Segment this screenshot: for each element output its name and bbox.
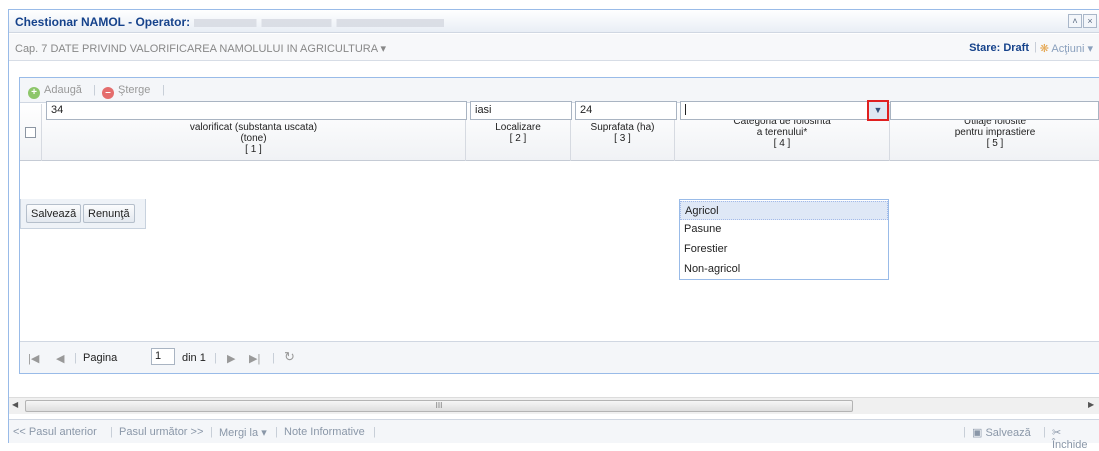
separator: | <box>93 84 96 96</box>
prev-page-icon[interactable]: ◀ <box>56 352 64 365</box>
operator-name-redacted <box>194 18 445 27</box>
utilaje-input[interactable] <box>890 101 1099 120</box>
separator: | <box>162 84 165 96</box>
select-all-checkbox[interactable] <box>25 127 36 138</box>
delete-button[interactable]: – Şterge <box>102 84 150 99</box>
cancel-row-button[interactable]: Renunţă <box>83 204 135 223</box>
refresh-icon[interactable]: ↻ <box>284 349 295 365</box>
scrollbar-thumb[interactable]: III <box>25 400 853 412</box>
wizard-bottom-bar: << Pasul anterior | Pasul următor >> | M… <box>9 419 1099 451</box>
plus-icon: + <box>28 87 40 99</box>
dropdown-option-agricol[interactable]: Agricol <box>680 201 888 220</box>
close-icon[interactable]: × <box>1083 14 1097 28</box>
minus-icon: – <box>102 87 114 99</box>
categoria-dropdown-list: Agricol Pasune Forestier Non-agricol <box>679 199 889 280</box>
dropdown-option-non-agricol[interactable]: Non-agricol <box>680 260 888 279</box>
add-button[interactable]: + Adaugă <box>28 84 82 99</box>
double-chevron-up-icon[interactable]: ˄ <box>1068 14 1082 28</box>
status-label: Stare: Draft <box>969 42 1029 54</box>
scroll-right-icon[interactable]: ▶ <box>1088 400 1094 409</box>
horizontal-scrollbar[interactable]: ◀ III ▶ <box>9 397 1099 414</box>
floppy-disk-icon: ▣ <box>972 427 983 439</box>
actions-menu[interactable]: ❋ Acţiuni ▾ <box>1040 42 1093 55</box>
localizare-input[interactable]: iasi <box>470 101 572 120</box>
separator: | <box>214 352 217 364</box>
caret-down-icon: ▾ <box>1087 43 1093 55</box>
window-titlebar: Chestionar NAMOL - Operator: ˄ × <box>9 10 1099 33</box>
separator: | <box>74 352 77 364</box>
save-row-button[interactable]: Salvează <box>26 204 82 223</box>
grid-toolbar: + Adaugă | – Şterge | <box>20 78 1099 103</box>
gear-icon: ❋ <box>1039 43 1049 55</box>
row-editor-buttons: Salvează Renunţă <box>20 199 146 229</box>
separator: | <box>110 426 113 438</box>
text-cursor <box>685 104 686 115</box>
dropdown-option-forestier[interactable]: Forestier <box>680 240 888 259</box>
categoria-combo-input[interactable] <box>680 101 868 120</box>
scroll-left-icon[interactable]: ◀ <box>12 400 18 409</box>
window-title: Chestionar NAMOL - Operator: <box>15 15 445 29</box>
separator: | <box>963 426 966 438</box>
suprafata-input[interactable]: 24 <box>575 101 677 120</box>
close-button[interactable]: ✂ Închide <box>1052 426 1099 451</box>
dropdown-option-pasune[interactable]: Pasune <box>680 220 888 239</box>
chevron-down-icon[interactable]: ▼ <box>867 100 889 121</box>
data-grid: +Adaugă | –Şterge | Cantitatea de namol … <box>19 77 1099 374</box>
page-label: Pagina <box>83 352 118 364</box>
next-page-icon[interactable]: ▶ <box>227 352 235 365</box>
informative-notes-button[interactable]: Note Informative <box>284 426 365 438</box>
separator: | <box>210 426 213 438</box>
save-button[interactable]: ▣ Salvează <box>972 426 1031 439</box>
previous-step-button[interactable]: << Pasul anterior <box>13 426 97 438</box>
separator: | <box>275 426 278 438</box>
scissors-icon: ✂ <box>1052 427 1062 439</box>
separator: | <box>1043 426 1046 438</box>
chapter-bar: Cap. 7 DATE PRIVIND VALORIFICAREA NAMOLU… <box>9 34 1099 61</box>
first-page-icon[interactable]: |◀ <box>28 352 39 365</box>
next-step-button[interactable]: Pasul următor >> <box>119 426 203 438</box>
chapter-selector[interactable]: Cap. 7 DATE PRIVIND VALORIFICAREA NAMOLU… <box>15 42 386 55</box>
separator: | <box>373 426 376 438</box>
page-count: din 1 <box>182 352 206 364</box>
cantitate-input[interactable]: 34 <box>46 101 467 120</box>
caret-down-icon: ▾ <box>380 43 387 55</box>
separator: | <box>272 352 275 364</box>
page-number-input[interactable]: 1 <box>151 348 175 365</box>
select-all-column <box>20 104 42 161</box>
separator: | <box>1034 41 1037 53</box>
goto-menu[interactable]: Mergi la ▾ <box>219 426 267 439</box>
caret-down-icon: ▾ <box>261 427 267 439</box>
paging-toolbar: |◀ ◀ | Pagina 1 din 1 | ▶ ▶| | ↻ <box>20 341 1099 373</box>
last-page-icon[interactable]: ▶| <box>249 352 260 365</box>
